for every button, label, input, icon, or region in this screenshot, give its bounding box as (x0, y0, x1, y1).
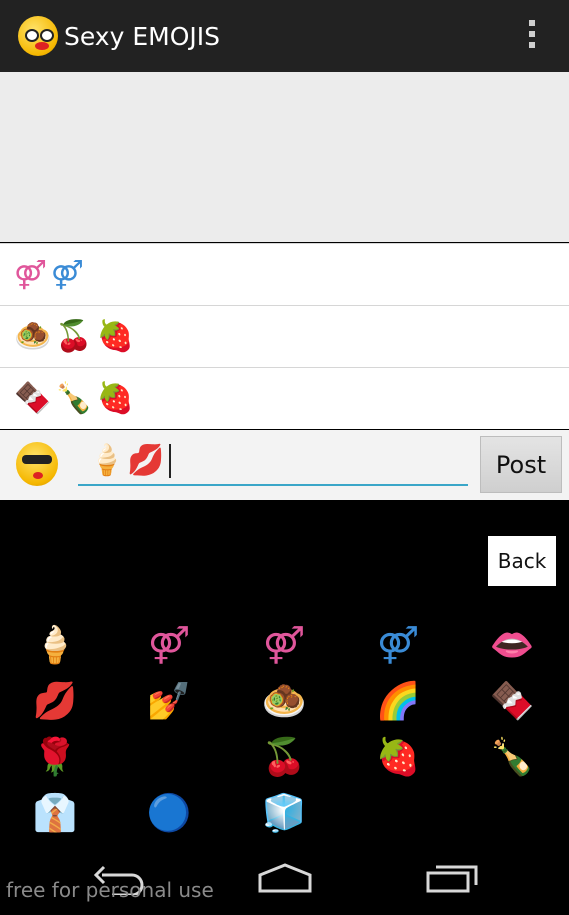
action-bar: Sexy EMOJIS (0, 0, 569, 72)
home-nav-icon[interactable] (255, 858, 315, 898)
emoji-key[interactable]: 🍫 (482, 676, 542, 726)
emoji-key[interactable]: 🍓 (368, 732, 428, 782)
emoji: ⚤ (14, 257, 47, 291)
emoji-key[interactable]: 👄 (482, 620, 542, 670)
emoji-key[interactable]: 💅 (139, 676, 199, 726)
emoji-key[interactable]: 🔵 (139, 788, 199, 838)
emoji-key[interactable]: 🌹 (25, 732, 85, 782)
emoji-key[interactable]: 🌈 (368, 676, 428, 726)
input-emoji: 🍦 (88, 443, 126, 478)
app-logo-icon (18, 16, 58, 56)
emoji-key[interactable]: ⚤ (254, 620, 314, 670)
emoji: ⚤ (50, 257, 84, 291)
post-button[interactable]: Post (480, 436, 562, 493)
watermark-text: free for personal use (6, 878, 214, 902)
text-cursor (168, 444, 171, 478)
ad-banner-area (0, 72, 569, 242)
message-row[interactable]: ⚤ ⚤ (0, 243, 569, 305)
emoji-key[interactable]: 🛏 (139, 732, 199, 782)
message-row[interactable]: 🍫 🍾 🍓 (0, 367, 569, 429)
emoji-key[interactable]: 🍒 (254, 732, 314, 782)
emoji-key[interactable]: ⚤ (368, 620, 428, 670)
emoji: 🍓 (96, 380, 135, 416)
input-emoji: 💋 (127, 443, 165, 478)
avatar[interactable] (16, 442, 58, 486)
emoji-key[interactable]: 👔 (25, 788, 85, 838)
emoji: 🍒 (55, 318, 93, 354)
emoji-key[interactable]: 🧆 (254, 676, 314, 726)
app-title: Sexy EMOJIS (64, 21, 221, 51)
emoji-key[interactable]: 🍦 (25, 620, 85, 670)
composer-bar: 🍦 💋 Post (0, 430, 569, 500)
emoji-key[interactable]: ⚤ (139, 620, 199, 670)
message-row[interactable]: 🧆 🍒 🍓 (0, 305, 569, 367)
emoji-key[interactable]: 💋 (25, 676, 85, 726)
emoji: 🍾 (55, 380, 93, 416)
recents-nav-icon[interactable] (422, 858, 482, 898)
emoji: 🍓 (96, 318, 135, 354)
message-input[interactable]: 🍦 💋 (78, 438, 468, 486)
emoji: 🍫 (14, 380, 52, 416)
emoji: 🧆 (14, 318, 52, 354)
emoji-key[interactable]: 🧊 (254, 788, 314, 838)
emoji-key[interactable]: 🍾 (482, 732, 542, 782)
overflow-menu-icon[interactable] (529, 20, 535, 48)
back-button[interactable]: Back (488, 536, 556, 586)
